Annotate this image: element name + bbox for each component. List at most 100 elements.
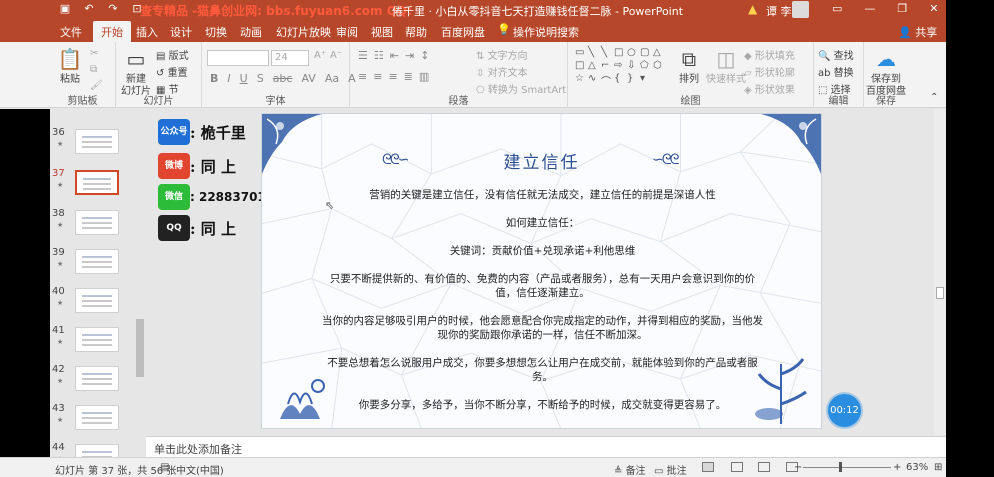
thumbnail-slide[interactable]: 36 ★ [50,127,146,167]
thumbnail-slide[interactable]: 39 ★ [50,247,146,287]
shape-rect2-icon[interactable]: □ [575,60,588,73]
zoom-out-button[interactable]: − [794,462,802,473]
shape-pentagon-icon[interactable]: ⬠ [640,60,653,73]
tab-animations[interactable]: 动画 [240,24,262,40]
strikethrough-button[interactable]: abc [273,72,293,85]
thumbnail-slide-active[interactable]: 37 ★ [50,168,146,208]
change-case-button[interactable]: Aa [325,72,339,85]
font-name-combo[interactable] [207,50,269,66]
thumbnail-slide[interactable]: 43 ★ [50,403,146,443]
user-name[interactable]: 谭 李 [766,3,792,19]
justify-icon[interactable]: ≣ [404,70,413,83]
reset-button[interactable]: ↺ 重置 [156,64,188,79]
line-spacing-icon[interactable]: ↕ [420,49,429,62]
recording-timer[interactable]: 00:12 [828,394,861,427]
layout-button[interactable]: ▤ 版式 [156,47,189,62]
shape-textbox-icon[interactable]: ▭ [575,47,588,60]
quick-styles-button[interactable]: ◫ 快速样式 [706,46,746,86]
tab-transitions[interactable]: 切换 [205,24,227,40]
shadow-button[interactable]: S [257,72,264,85]
shape-brace-icon[interactable]: { [614,73,627,86]
current-slide[interactable]: ᘓᘓ∽ 建立信任 ∽ᘓᘓ ⇖ 营销的关键是建立信任，没有信任就无法成交，建立信任… [261,113,822,429]
language-indicator[interactable]: 中文(中国) [176,462,224,477]
ribbon-display-icon[interactable]: ▭ [832,2,842,15]
shape-outline-button[interactable]: ▱ 形状轮廓 [744,64,795,79]
cut-icon[interactable]: ✂ [90,48,98,59]
align-right-icon[interactable]: ≡ [388,70,397,83]
undo-icon[interactable]: ↶ [82,2,96,15]
close-button[interactable]: ✕ [929,2,938,15]
tab-insert[interactable]: 插入 [136,24,158,40]
shape-line-icon[interactable]: ╲ [588,47,601,60]
slide-paragraph[interactable]: 只要不断提供新的、有价值的、免费的内容（产品或者服务），总有一天用户会意识到你的… [322,272,763,300]
char-spacing-button[interactable]: AV [301,72,315,85]
shape-star-icon[interactable]: ☆ [575,73,588,86]
columns-icon[interactable]: ▥ [419,70,429,83]
replace-button[interactable]: ab 替换 [818,64,854,79]
slide-paragraph[interactable]: 关键词：贡献价值+兑现承诺+利他思维 [322,244,763,258]
shape-fill-button[interactable]: ◆ 形状填充 [744,47,795,62]
slide-sorter-icon[interactable] [731,462,743,472]
shape-triangle2-icon[interactable]: △ [588,60,601,73]
shape-oval-icon[interactable]: ○ [627,47,640,60]
zoom-slider-knob[interactable] [839,462,842,472]
shape-arrow2-icon[interactable]: ⇩ [627,60,640,73]
copy-icon[interactable]: ⧉ [90,64,97,75]
collapse-ribbon-icon[interactable]: ⌃ [930,92,938,103]
underline-button[interactable]: U [240,72,248,85]
save-to-baidu-button[interactable]: ☁ 保存到 百度网盘 [864,46,908,98]
tab-help[interactable]: 帮助 [405,24,427,40]
shrink-font-icon[interactable]: A⁻ [330,50,342,61]
shape-more-icon[interactable]: ▾ [640,73,653,86]
tab-design[interactable]: 设计 [170,24,192,40]
arrange-button[interactable]: ⧉ 排列 [674,46,704,86]
shape-arrow-icon[interactable]: ⇨ [614,60,627,73]
tell-me-search[interactable]: 操作说明搜索 [513,24,579,40]
format-painter-icon[interactable]: 🖌 [90,80,103,91]
comments-button[interactable]: ▭ 批注 [654,462,687,477]
tab-view[interactable]: 视图 [371,24,393,40]
lightbulb-icon[interactable]: 💡 [497,23,511,36]
normal-view-icon[interactable] [702,462,714,472]
bullets-icon[interactable]: ☰ [358,49,368,62]
font-size-combo[interactable]: 24 [271,50,309,66]
tab-slideshow[interactable]: 幻灯片放映 [276,24,331,40]
warning-icon[interactable]: ▲ [748,2,757,16]
vertical-scrollbar[interactable] [934,109,946,436]
slide-paragraph[interactable]: 营销的关键是建立信任，没有信任就无法成交，建立信任的前提是深谙人性 [322,188,763,202]
numbering-icon[interactable]: ☷ [374,49,384,62]
save-icon[interactable]: ▣ [58,2,72,15]
shape-hex-icon[interactable]: ⬡ [653,60,666,73]
shape-brace2-icon[interactable]: } [627,73,640,86]
notes-placeholder[interactable]: 单击此处添加备注 [154,441,242,457]
thumbnail-slide[interactable]: 42 ★ [50,364,146,404]
text-direction-button[interactable]: ⇅ 文字方向 [476,47,528,62]
shape-triangle-icon[interactable]: △ [653,47,666,60]
restore-button[interactable]: ❐ [897,2,907,15]
italic-button[interactable]: I [227,72,230,85]
shape-curve-icon[interactable]: ∿ [588,73,601,86]
spellcheck-icon[interactable]: ▤ [160,462,169,473]
shape-arc-icon[interactable]: ⌒ [601,73,614,88]
shapes-gallery[interactable]: ▭ ╲ ╲ □ ○ ▢ △ □ △ ⌐ ⇨ ⇩ ⬠ ⬡ ☆ ∿ ⌒ { } ▾ [575,47,671,89]
shape-rounded-icon[interactable]: ▢ [640,47,653,60]
tab-file[interactable]: 文件 [60,24,82,40]
align-text-button[interactable]: ⇳ 对齐文本 [476,64,528,79]
thumbnail-slide[interactable]: 40 ★ [50,286,146,326]
tab-home[interactable]: 开始 [93,21,131,42]
scrollbar-thumb[interactable] [936,287,944,299]
share-button[interactable]: 👤 共享 [898,24,937,40]
thumbnail-slide[interactable]: 44 ★ [50,442,146,457]
decrease-indent-icon[interactable]: ⇤ [390,49,399,62]
find-button[interactable]: 🔍 查找 [818,47,854,62]
thumbnail-slide[interactable]: 38 ★ [50,208,146,248]
tab-review[interactable]: 审阅 [336,24,358,40]
redo-icon[interactable]: ↷ [106,2,120,15]
zoom-slider[interactable] [803,467,891,468]
shape-rect-icon[interactable]: □ [614,47,627,60]
slide-title[interactable]: 建立信任 [262,148,821,173]
new-slide-button[interactable]: ▭ 新建 幻灯片 [118,46,154,98]
grow-font-icon[interactable]: A⁺ [314,50,326,61]
reading-view-icon[interactable] [758,462,770,472]
thumbnail-scrollbar[interactable] [136,319,144,377]
